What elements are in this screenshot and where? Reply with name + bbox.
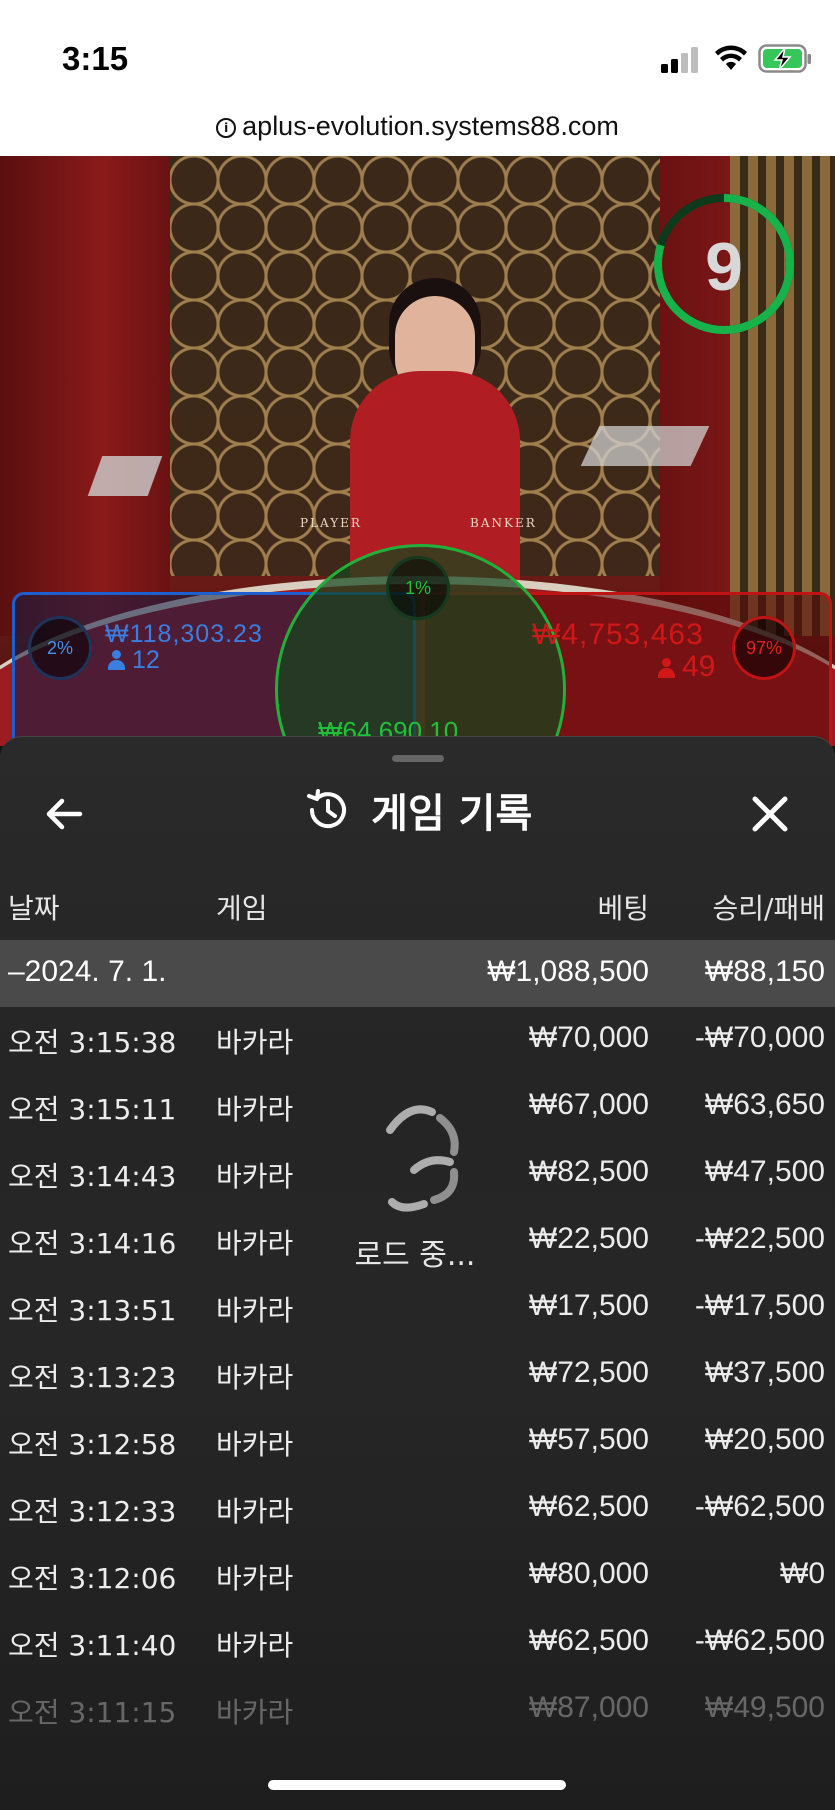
day-total-win-loss: ₩88,150 — [704, 955, 825, 988]
column-header-game: 게임 — [216, 892, 268, 925]
row-bet: ₩67,000 — [528, 1088, 649, 1121]
row-game: 바카라 — [216, 1361, 294, 1394]
sheet-drag-handle[interactable] — [392, 755, 444, 762]
person-icon — [108, 650, 125, 670]
row-win-loss: ₩20,500 — [704, 1423, 825, 1456]
sheet-header: 게임 기록 — [0, 781, 835, 839]
table-row[interactable]: 오전 3:15:38 바카라 ₩70,000 -₩70,000 — [0, 1007, 835, 1074]
banker-total-amount: ₩4,753,463 — [532, 618, 704, 651]
row-time: 오전 3:12:06 — [8, 1562, 177, 1595]
tie-percent: 1% — [386, 556, 450, 620]
row-game: 바카라 — [216, 1227, 294, 1260]
row-time: 오전 3:15:11 — [8, 1093, 177, 1126]
table-row[interactable]: 오전 3:11:40 바카라 ₩62,500 -₩62,500 — [0, 1610, 835, 1677]
home-indicator[interactable] — [268, 1780, 566, 1790]
address-bar[interactable]: i aplus-evolution.systems88.com — [0, 100, 835, 156]
banker-percent: 97% — [732, 616, 796, 680]
sheet-title: 게임 기록 — [371, 791, 533, 837]
status-bar: 3:15 — [0, 0, 835, 100]
card-shoe — [580, 426, 710, 466]
row-bet: ₩22,500 — [528, 1222, 649, 1255]
player-user-count: 12 — [108, 646, 160, 675]
column-header-date: 날짜 — [8, 892, 60, 925]
row-win-loss: -₩17,500 — [694, 1289, 825, 1322]
day-total-bet: ₩1,088,500 — [487, 955, 649, 988]
table-player-text: PLAYER — [300, 516, 362, 530]
row-time: 오전 3:14:43 — [8, 1160, 177, 1193]
url-text: aplus-evolution.systems88.com — [242, 111, 619, 141]
table-row[interactable]: 오전 3:13:51 바카라 ₩17,500 -₩17,500 — [0, 1275, 835, 1342]
row-bet: ₩70,000 — [528, 1021, 649, 1054]
wifi-icon — [715, 45, 747, 70]
row-time: 오전 3:12:58 — [8, 1428, 177, 1461]
cellular-signal-icon — [661, 47, 698, 73]
table-row[interactable]: 오전 3:12:33 바카라 ₩62,500 -₩62,500 — [0, 1476, 835, 1543]
row-bet: ₩62,500 — [528, 1490, 649, 1523]
row-bet: ₩72,500 — [528, 1356, 649, 1389]
day-summary-row[interactable]: –2024. 7. 1. ₩1,088,500 ₩88,150 — [0, 940, 835, 1007]
row-game: 바카라 — [216, 1093, 294, 1126]
table-row[interactable]: 오전 3:12:06 바카라 ₩80,000 ₩0 — [0, 1543, 835, 1610]
countdown-timer: 9 — [705, 229, 743, 305]
row-win-loss: ₩0 — [780, 1557, 825, 1590]
row-time: 오전 3:13:51 — [8, 1294, 177, 1327]
banker-user-count: 49 — [658, 650, 715, 684]
row-win-loss: -₩62,500 — [694, 1624, 825, 1657]
row-game: 바카라 — [216, 1495, 294, 1528]
battery-charging-icon — [758, 44, 811, 73]
row-time: 오전 3:11:15 — [8, 1696, 177, 1729]
close-icon[interactable] — [745, 789, 795, 839]
row-game: 바카라 — [216, 1629, 294, 1662]
row-win-loss: ₩63,650 — [704, 1088, 825, 1121]
row-win-loss: -₩70,000 — [694, 1021, 825, 1054]
row-game: 바카라 — [216, 1160, 294, 1193]
table-row[interactable]: 오전 3:13:23 바카라 ₩72,500 ₩37,500 — [0, 1342, 835, 1409]
player-percent: 2% — [28, 616, 92, 680]
table-banker-text: BANKER — [470, 516, 537, 530]
row-time: 오전 3:11:40 — [8, 1629, 177, 1662]
row-win-loss: ₩37,500 — [704, 1356, 825, 1389]
row-bet: ₩62,500 — [528, 1624, 649, 1657]
row-bet: ₩17,500 — [528, 1289, 649, 1322]
person-icon — [658, 658, 675, 678]
row-bet: ₩57,500 — [528, 1423, 649, 1456]
row-game: 바카라 — [216, 1562, 294, 1595]
row-game: 바카라 — [216, 1026, 294, 1059]
row-win-loss: ₩47,500 — [704, 1155, 825, 1188]
loading-spinner-icon — [386, 1105, 459, 1212]
table-row[interactable]: 오전 3:11:15 바카라 ₩87,000 ₩49,500 — [0, 1677, 835, 1744]
row-win-loss: -₩62,500 — [694, 1490, 825, 1523]
status-time: 3:15 — [62, 40, 129, 77]
column-header-win-loss: 승리/패배 — [712, 892, 825, 925]
row-game: 바카라 — [216, 1428, 294, 1461]
row-bet: ₩80,000 — [528, 1557, 649, 1590]
day-date: –2024. 7. 1. — [8, 955, 167, 988]
table-row[interactable]: 오전 3:12:58 바카라 ₩57,500 ₩20,500 — [0, 1409, 835, 1476]
row-game: 바카라 — [216, 1696, 294, 1729]
history-icon — [306, 789, 346, 829]
red-curtain — [0, 156, 170, 636]
player-total-amount: ₩118,303.23 — [105, 620, 263, 648]
row-game: 바카라 — [216, 1294, 294, 1327]
row-win-loss: ₩49,500 — [704, 1691, 825, 1724]
column-header-bet: 베팅 — [597, 892, 649, 925]
row-bet: ₩82,500 — [528, 1155, 649, 1188]
row-time: 오전 3:13:23 — [8, 1361, 177, 1394]
row-time: 오전 3:14:16 — [8, 1227, 177, 1260]
loading-text: 로드 중... — [354, 1238, 476, 1273]
row-bet: ₩87,000 — [528, 1691, 649, 1724]
row-time: 오전 3:15:38 — [8, 1026, 177, 1059]
live-video-stream: PLAYER BANKER 9 2% ₩118,303.23 12 97% ₩4… — [0, 156, 835, 746]
row-win-loss: -₩22,500 — [694, 1222, 825, 1255]
info-icon[interactable]: i — [216, 118, 237, 138]
row-time: 오전 3:12:33 — [8, 1495, 177, 1528]
